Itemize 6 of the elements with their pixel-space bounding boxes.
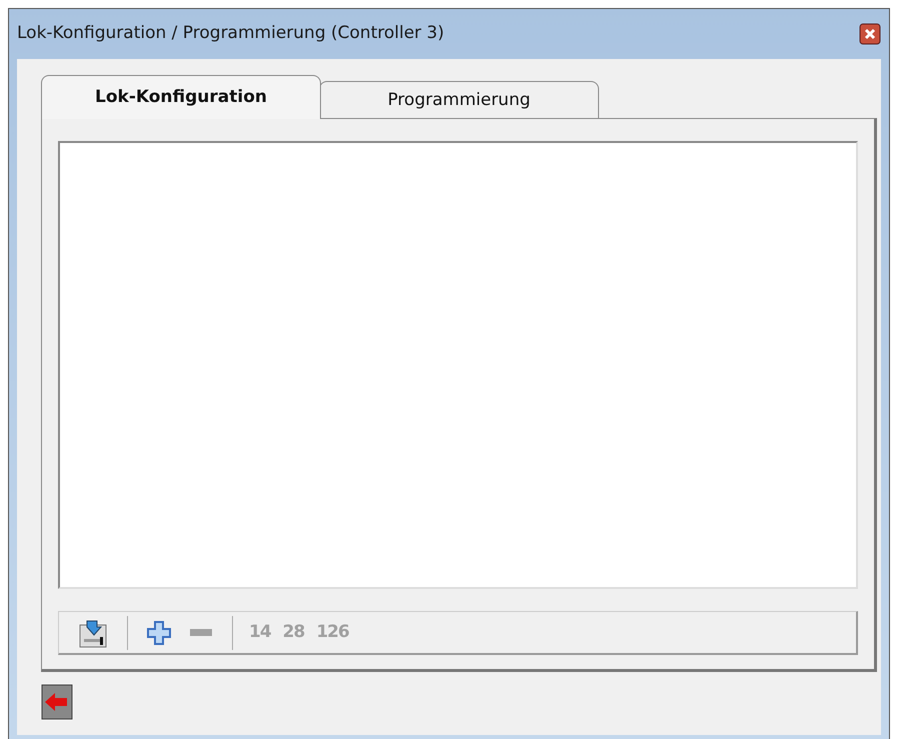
tab[interactable]: Programmierung [319, 81, 599, 119]
tab[interactable]: Lok-Konfiguration [41, 75, 321, 119]
plus-icon[interactable] [146, 620, 172, 646]
window-title: Lok-Konfiguration / Programmierung (Controller 3) [17, 22, 444, 46]
exit-icon[interactable] [41, 684, 75, 720]
close-icon[interactable] [859, 23, 881, 45]
